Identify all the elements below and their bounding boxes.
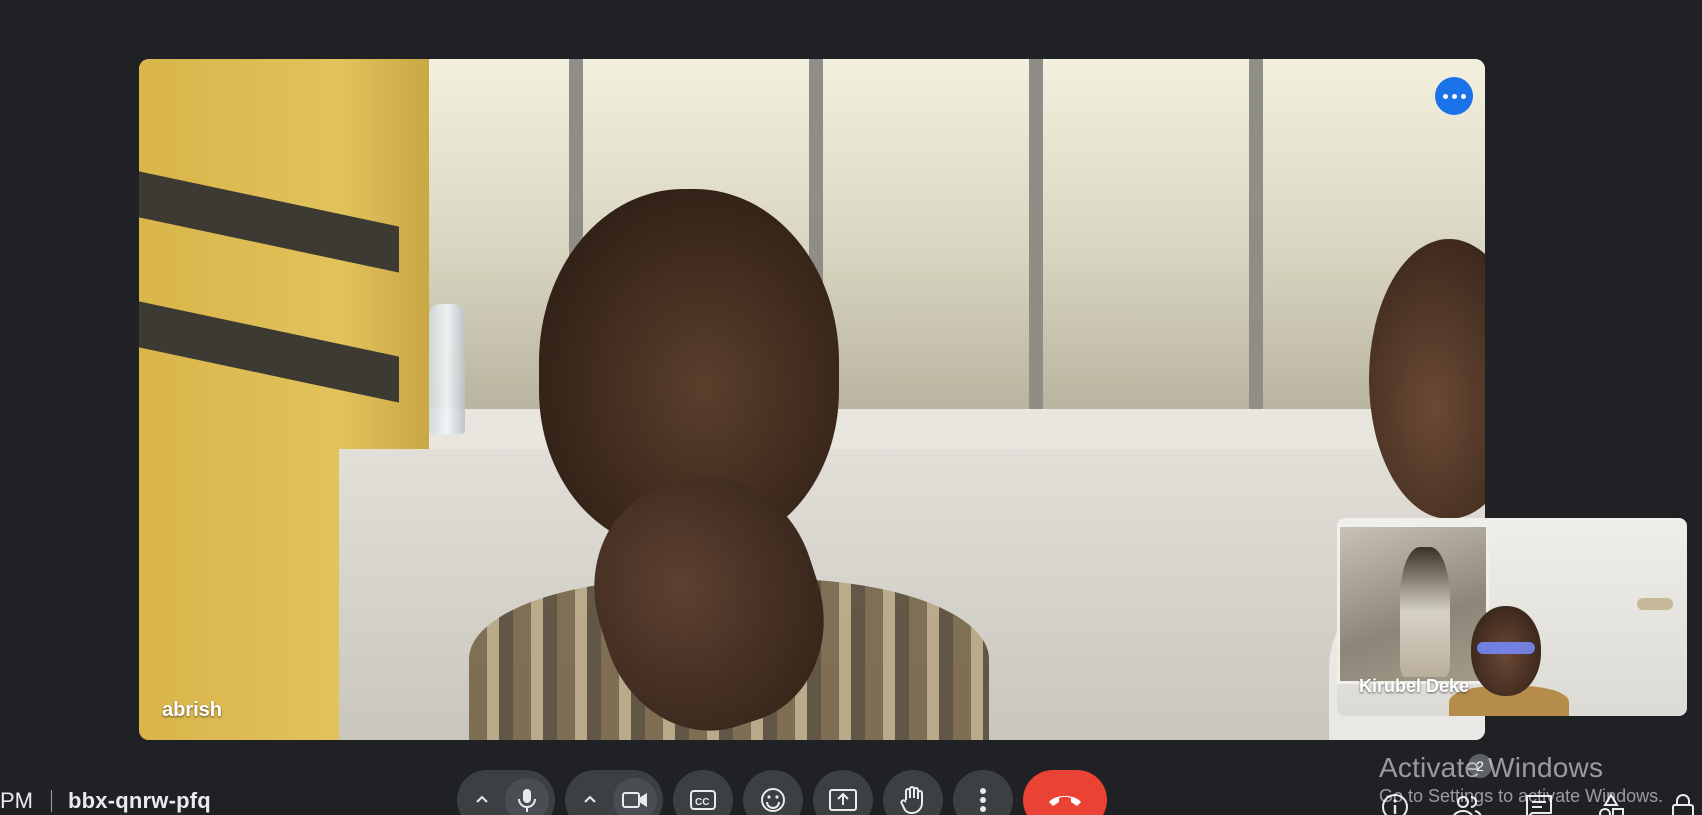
meeting-code[interactable]: bbx-qnrw-pfq: [68, 788, 211, 814]
self-view-tile[interactable]: Kirubel Deke: [1337, 518, 1687, 716]
present-now-button[interactable]: [813, 770, 873, 815]
watermark-title: Activate Windows: [1379, 752, 1604, 783]
raise-hand-button[interactable]: [883, 770, 943, 815]
meeting-details: PM bbx-qnrw-pfq: [0, 788, 211, 814]
water-bottle: [429, 304, 465, 434]
call-controls: CC: [457, 770, 1107, 815]
meeting-time: PM: [0, 788, 33, 813]
picture-figure: [1400, 547, 1450, 677]
participant-video-person: [469, 189, 989, 740]
raise-hand-icon: [900, 786, 923, 814]
more-horiz-icon: [1442, 93, 1466, 99]
lock-icon: [1672, 794, 1694, 815]
more-vert-icon: [980, 788, 986, 812]
video-camera-icon: [622, 792, 647, 808]
window-bar: [1249, 59, 1263, 409]
camera-button[interactable]: [613, 778, 657, 815]
microphone-icon: [518, 789, 536, 812]
reactions-button[interactable]: [743, 770, 803, 815]
camera-control: [565, 770, 663, 815]
present-screen-icon: [829, 789, 857, 811]
more-options-button[interactable]: [953, 770, 1013, 815]
microphone-button[interactable]: [505, 778, 549, 815]
host-controls-button[interactable]: [1666, 790, 1700, 815]
self-view-name: Kirubel Deke: [1359, 676, 1470, 696]
hang-up-icon: [1049, 796, 1081, 806]
svg-text:CC: CC: [695, 797, 709, 808]
main-video-tile[interactable]: abrish: [139, 59, 1485, 740]
wall-stripe: [139, 301, 399, 403]
closed-captions-icon: CC: [690, 790, 716, 810]
self-video-person: [1449, 606, 1569, 716]
divider: [51, 790, 52, 812]
emoji-icon: [761, 788, 785, 812]
captions-button[interactable]: CC: [673, 770, 733, 815]
person-head: [1369, 239, 1485, 519]
chevron-up-icon[interactable]: [469, 787, 495, 813]
participant-name: abrish: [162, 699, 223, 721]
activate-windows-watermark: Activate Windows Go to Settings to activ…: [1379, 752, 1663, 807]
wall-hook: [1637, 598, 1673, 610]
microphone-control: [457, 770, 555, 815]
wall-stripe: [139, 171, 399, 273]
leave-call-button[interactable]: [1023, 770, 1107, 815]
person-glasses: [1477, 642, 1535, 654]
chevron-up-icon[interactable]: [577, 787, 603, 813]
watermark-subtitle: Go to Settings to activate Windows.: [1379, 786, 1664, 806]
meet-stage: abrish Kirubel Deke PM bbx-qnrw-pfq CC 2…: [0, 0, 1702, 815]
tile-options-button[interactable]: [1435, 77, 1473, 115]
window-bar: [1029, 59, 1043, 409]
